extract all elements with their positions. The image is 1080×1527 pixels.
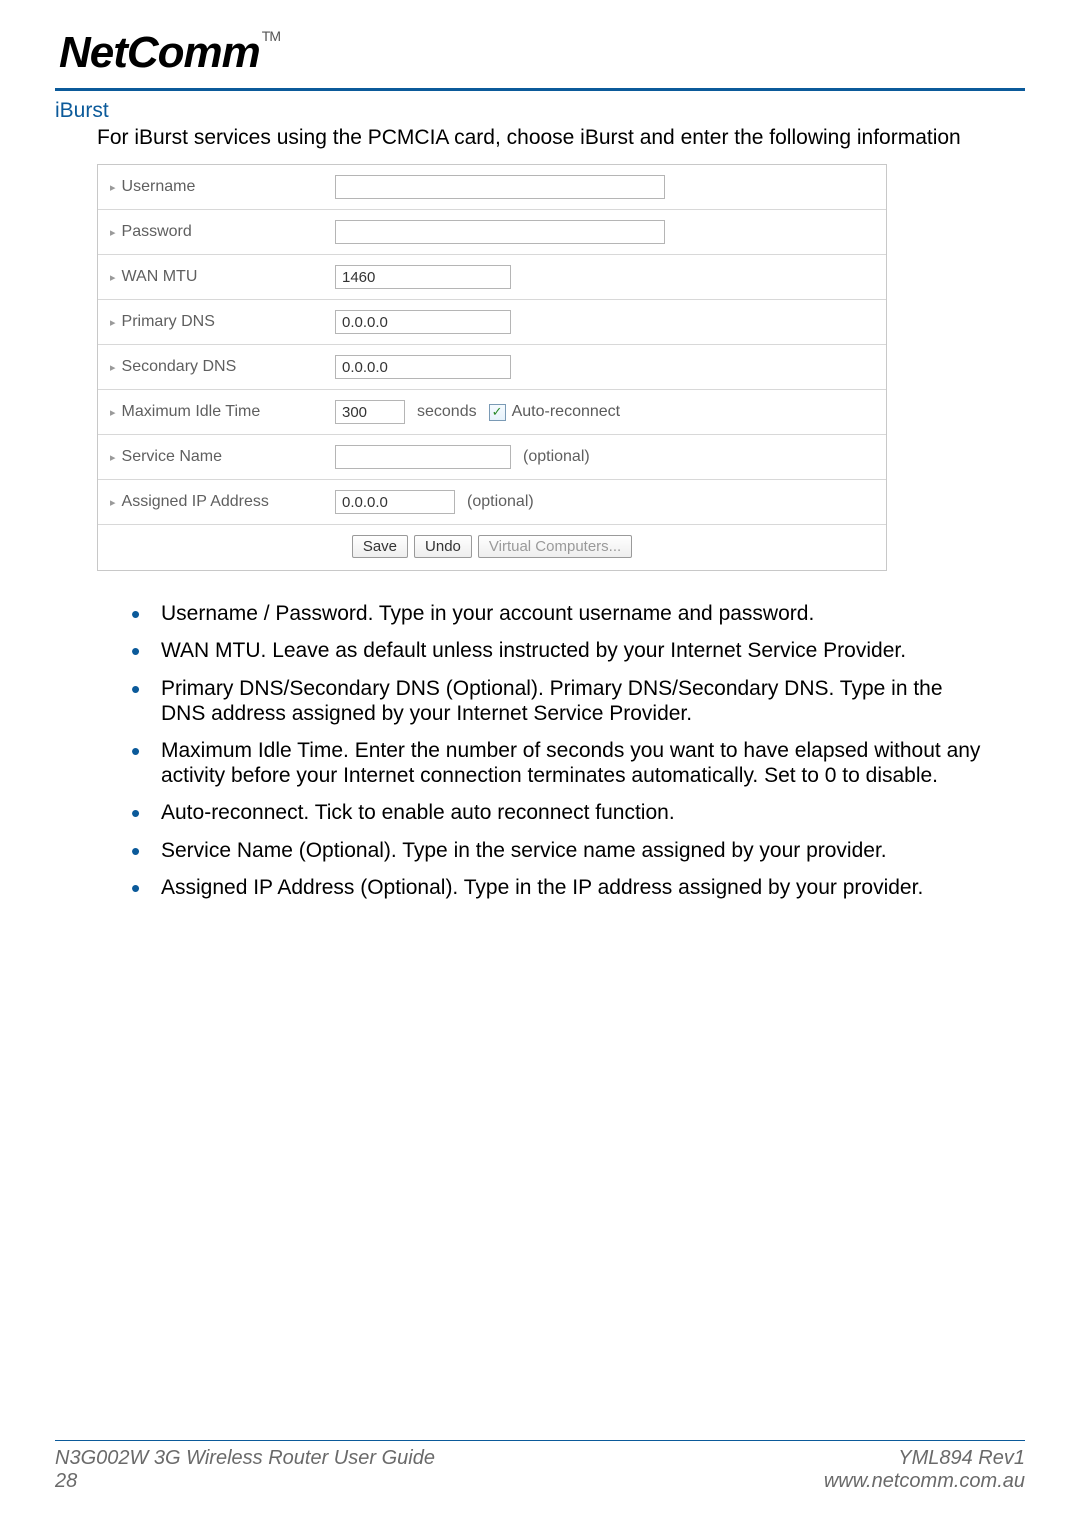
- list-item: Assigned IP Address (Optional). Type in …: [131, 875, 991, 900]
- chevron-right-icon: ▸: [110, 271, 116, 284]
- list-item: Auto-reconnect. Tick to enable auto reco…: [131, 800, 991, 825]
- row-service-name: ▸ Service Name (optional): [98, 435, 886, 480]
- row-wan-mtu: ▸ WAN MTU: [98, 255, 886, 300]
- trademark-symbol: TM: [262, 28, 280, 44]
- chevron-right-icon: ▸: [110, 406, 116, 419]
- list-item: WAN MTU. Leave as default unless instruc…: [131, 638, 991, 663]
- label-wan-mtu: WAN MTU: [122, 268, 198, 286]
- row-username: ▸ Username: [98, 165, 886, 210]
- chevron-right-icon: ▸: [110, 361, 116, 374]
- row-max-idle: ▸ Maximum Idle Time seconds ✓ Auto-reconn…: [98, 390, 886, 435]
- chevron-right-icon: ▸: [110, 316, 116, 329]
- auto-reconnect-checkbox[interactable]: ✓: [489, 404, 506, 421]
- password-input[interactable]: [335, 220, 665, 244]
- label-assigned-ip: Assigned IP Address: [122, 493, 269, 511]
- seconds-suffix: seconds: [417, 403, 477, 421]
- footer-guide: N3G002W 3G Wireless Router User Guide: [55, 1447, 435, 1470]
- chevron-right-icon: ▸: [110, 451, 116, 464]
- list-item: Username / Password. Type in your accoun…: [131, 601, 991, 626]
- footer-url: www.netcomm.com.au: [824, 1470, 1025, 1493]
- label-username: Username: [122, 178, 196, 196]
- settings-form: ▸ Username ▸ Password ▸ WAN MTU ▸ Primary DN…: [97, 164, 887, 571]
- primary-dns-input[interactable]: [335, 310, 511, 334]
- service-name-optional: (optional): [523, 448, 590, 466]
- row-assigned-ip: ▸ Assigned IP Address (optional): [98, 480, 886, 525]
- service-name-input[interactable]: [335, 445, 511, 469]
- undo-button[interactable]: Undo: [414, 535, 472, 558]
- label-secondary-dns: Secondary DNS: [122, 358, 237, 376]
- max-idle-input[interactable]: [335, 400, 405, 424]
- assigned-ip-input[interactable]: [335, 490, 455, 514]
- description-list: Username / Password. Type in your accoun…: [131, 601, 991, 900]
- section-intro: For iBurst services using the PCMCIA car…: [97, 125, 1025, 150]
- list-item: Primary DNS/Secondary DNS (Optional). Pr…: [131, 676, 991, 726]
- wan-mtu-input[interactable]: [335, 265, 511, 289]
- chevron-right-icon: ▸: [110, 181, 116, 194]
- assigned-ip-optional: (optional): [467, 493, 534, 511]
- label-primary-dns: Primary DNS: [122, 313, 215, 331]
- brand-logo-text: NetComm: [59, 28, 260, 77]
- row-primary-dns: ▸ Primary DNS: [98, 300, 886, 345]
- brand-logo: NetCommTM: [59, 28, 280, 78]
- section-heading: iBurst: [55, 99, 1025, 123]
- chevron-right-icon: ▸: [110, 226, 116, 239]
- secondary-dns-input[interactable]: [335, 355, 511, 379]
- form-buttons: Save Undo Virtual Computers...: [98, 525, 886, 570]
- virtual-computers-button[interactable]: Virtual Computers...: [478, 535, 632, 558]
- username-input[interactable]: [335, 175, 665, 199]
- header: NetCommTM: [55, 20, 1025, 91]
- list-item: Service Name (Optional). Type in the ser…: [131, 838, 991, 863]
- save-button[interactable]: Save: [352, 535, 408, 558]
- row-password: ▸ Password: [98, 210, 886, 255]
- footer-revision: YML894 Rev1: [824, 1447, 1025, 1470]
- chevron-right-icon: ▸: [110, 496, 116, 509]
- footer-page-number: 28: [55, 1470, 435, 1493]
- page-footer: N3G002W 3G Wireless Router User Guide 28…: [55, 1440, 1025, 1493]
- label-password: Password: [122, 223, 192, 241]
- auto-reconnect-label: Auto-reconnect: [512, 403, 621, 421]
- list-item: Maximum Idle Time. Enter the number of s…: [131, 738, 991, 788]
- label-max-idle: Maximum Idle Time: [122, 403, 261, 421]
- label-service-name: Service Name: [122, 448, 222, 466]
- row-secondary-dns: ▸ Secondary DNS: [98, 345, 886, 390]
